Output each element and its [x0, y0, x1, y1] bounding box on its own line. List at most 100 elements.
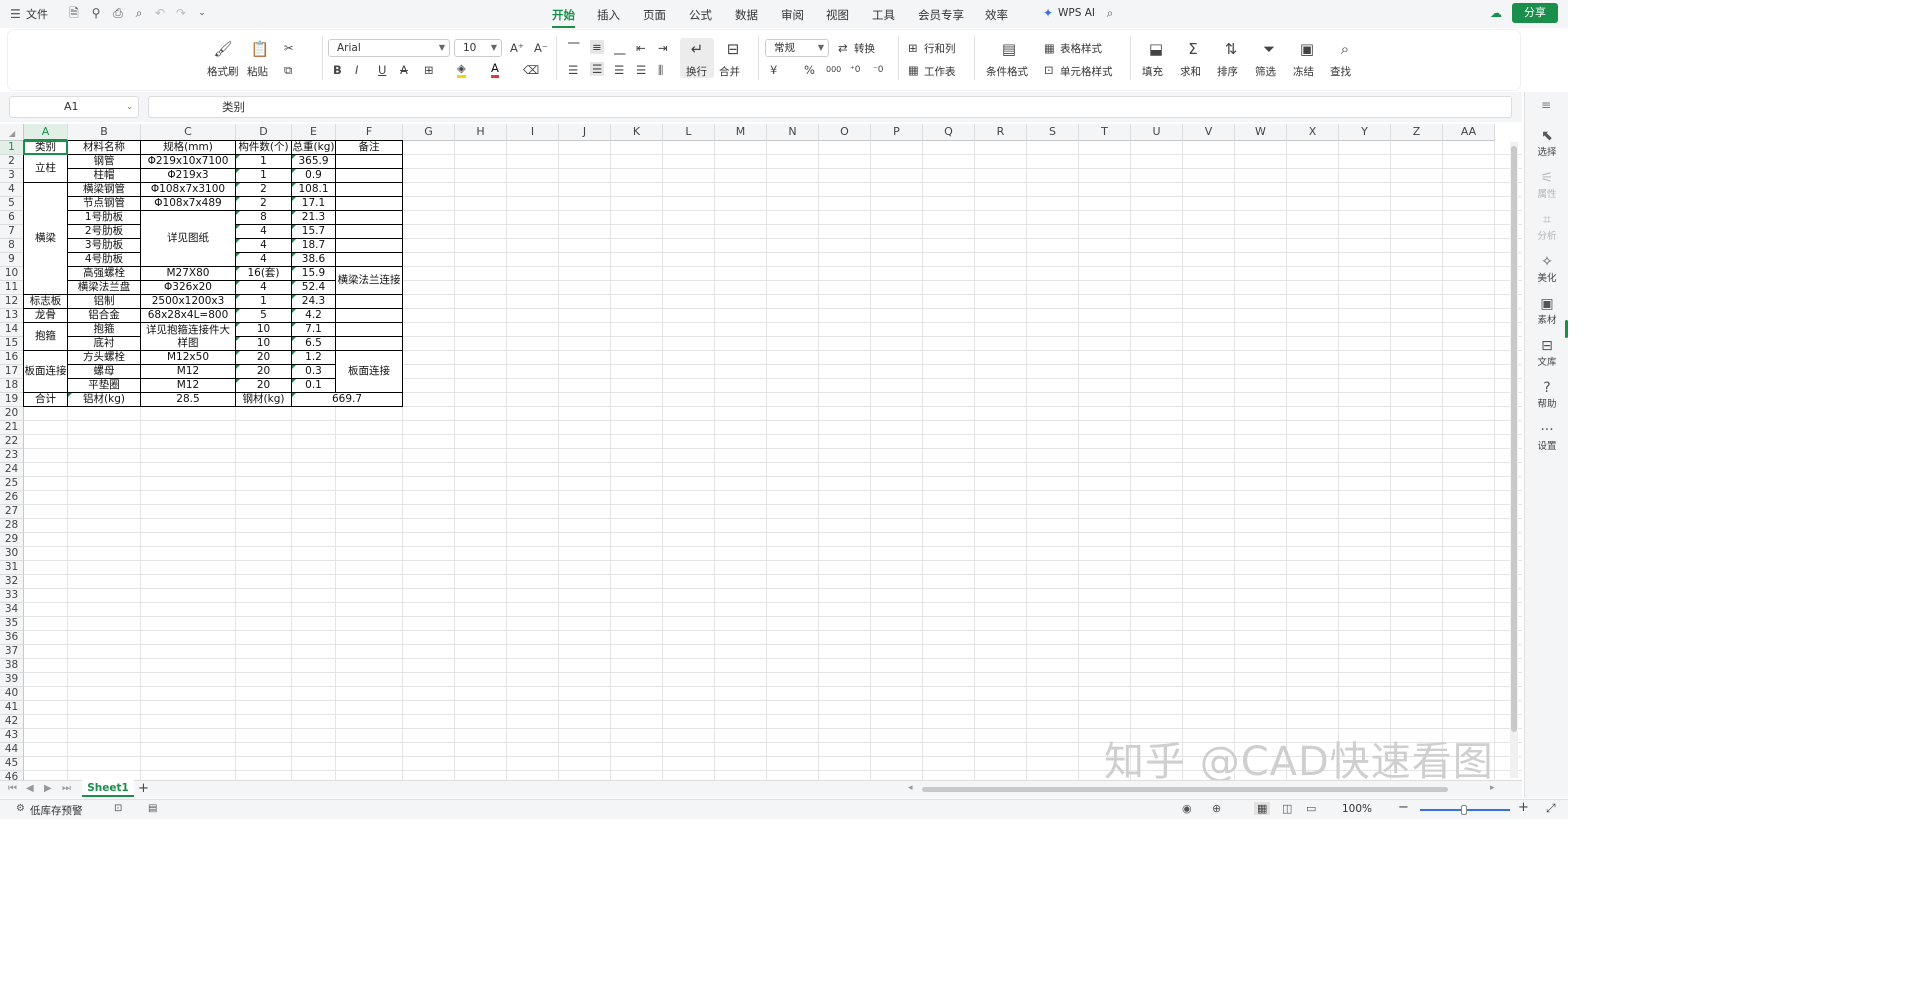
redo-icon[interactable]: ↷: [173, 5, 189, 21]
count-cell[interactable]: 10: [236, 337, 292, 351]
row-header[interactable]: 18: [0, 379, 24, 393]
tab-data[interactable]: 数据: [735, 7, 758, 23]
row-header[interactable]: 37: [0, 645, 24, 659]
note-cell[interactable]: 横梁法兰连接: [336, 267, 403, 295]
count-cell[interactable]: 5: [236, 309, 292, 323]
side-library[interactable]: ⊟ 文库: [1525, 338, 1569, 368]
row-header[interactable]: 6: [0, 211, 24, 225]
find-icon[interactable]: ⌕: [1334, 40, 1356, 58]
count-cell[interactable]: 10: [236, 323, 292, 337]
align-middle-icon[interactable]: ≡: [590, 40, 604, 54]
last-sheet-icon[interactable]: ⏭: [62, 783, 71, 794]
select-all-corner[interactable]: ◢: [0, 124, 24, 141]
print-icon[interactable]: ⎙: [110, 5, 126, 21]
weight-cell[interactable]: 52.4: [292, 281, 336, 295]
weight-cell[interactable]: 15.7: [292, 225, 336, 239]
header-cell-material[interactable]: 材料名称: [68, 141, 141, 155]
wrap-icon[interactable]: ↵: [686, 40, 708, 58]
material-cell[interactable]: 横梁钢管: [68, 183, 141, 197]
number-format-select[interactable]: 常规 ▼: [765, 39, 829, 57]
count-cell[interactable]: 4: [236, 253, 292, 267]
eye-icon[interactable]: ◉: [1182, 802, 1192, 815]
row-header[interactable]: 25: [0, 477, 24, 491]
spec-cell[interactable]: M12x50: [141, 351, 236, 365]
normal-view-icon[interactable]: ▦: [1254, 802, 1271, 815]
column-header-k[interactable]: K: [611, 124, 663, 141]
row-header[interactable]: 40: [0, 687, 24, 701]
row-header[interactable]: 24: [0, 463, 24, 477]
scroll-right-icon[interactable]: ▸: [1490, 783, 1495, 793]
zoom-in-icon[interactable]: +: [1518, 800, 1529, 815]
row-header[interactable]: 35: [0, 617, 24, 631]
paste-button[interactable]: 粘贴: [247, 64, 268, 79]
spec-cell[interactable]: Φ108x7x489: [141, 197, 236, 211]
row-header[interactable]: 21: [0, 421, 24, 435]
column-header-d[interactable]: D: [236, 124, 292, 141]
row-header[interactable]: 34: [0, 603, 24, 617]
row-header[interactable]: 22: [0, 435, 24, 449]
side-settings[interactable]: ··· 设置: [1525, 422, 1569, 452]
freeze-button[interactable]: 冻结: [1293, 64, 1314, 79]
side-properties[interactable]: ⚟ 属性: [1525, 170, 1569, 200]
page-break-icon[interactable]: ▭: [1306, 802, 1316, 815]
weight-cell[interactable]: 24.3: [292, 295, 336, 309]
column-header-v[interactable]: V: [1183, 124, 1235, 141]
prev-sheet-icon[interactable]: ◀: [26, 783, 34, 794]
border-icon[interactable]: ⊞: [424, 63, 434, 77]
row-header[interactable]: 4: [0, 183, 24, 197]
row-header[interactable]: 2: [0, 155, 24, 169]
column-header-t[interactable]: T: [1079, 124, 1131, 141]
count-cell[interactable]: 16(套): [236, 267, 292, 281]
weight-cell[interactable]: 0.1: [292, 379, 336, 393]
horizontal-scroll-thumb[interactable]: [922, 787, 1448, 792]
row-col-icon[interactable]: ⊞: [908, 41, 918, 55]
italic-icon[interactable]: I: [355, 63, 358, 77]
column-header-g[interactable]: G: [403, 124, 455, 141]
count-cell[interactable]: 20: [236, 365, 292, 379]
total-steel-value[interactable]: 669.7: [292, 393, 403, 407]
highlight-icon[interactable]: ◈: [457, 61, 466, 78]
header-cell-category[interactable]: 类别: [24, 141, 68, 155]
justify-icon[interactable]: ☰: [636, 63, 646, 77]
decrease-font-icon[interactable]: A⁻: [534, 41, 548, 55]
column-header-z[interactable]: Z: [1391, 124, 1443, 141]
column-header-h[interactable]: H: [455, 124, 507, 141]
scroll-left-icon[interactable]: ◂: [908, 783, 913, 793]
notes-icon[interactable]: ▤: [148, 803, 157, 814]
tab-home[interactable]: 开始: [552, 7, 575, 28]
cell-style-button[interactable]: 单元格样式: [1060, 64, 1113, 79]
format-painter-button[interactable]: 格式刷: [207, 64, 239, 79]
row-header[interactable]: 42: [0, 715, 24, 729]
weight-cell[interactable]: 365.9: [292, 155, 336, 169]
wps-ai-button[interactable]: WPS AI: [1058, 7, 1095, 19]
spec-cell[interactable]: M27X80: [141, 267, 236, 281]
row-header[interactable]: 29: [0, 533, 24, 547]
note-cell[interactable]: [336, 323, 403, 337]
material-cell[interactable]: 横梁法兰盘: [68, 281, 141, 295]
note-cell[interactable]: [336, 225, 403, 239]
category-cell[interactable]: 龙骨: [24, 309, 68, 323]
row-header[interactable]: 44: [0, 743, 24, 757]
column-header-o[interactable]: O: [819, 124, 871, 141]
material-cell[interactable]: 3号肋板: [68, 239, 141, 253]
column-header-c[interactable]: C: [141, 124, 236, 141]
tab-review[interactable]: 审阅: [781, 7, 804, 23]
cut-icon[interactable]: ✂: [284, 41, 294, 55]
first-sheet-icon[interactable]: ⏮: [8, 783, 17, 794]
sum-icon[interactable]: Σ: [1182, 40, 1204, 58]
file-menu[interactable]: 文件: [26, 6, 48, 22]
spec-cell[interactable]: Φ219x10x7100: [141, 155, 236, 169]
side-beautify[interactable]: ✧ 美化: [1525, 254, 1569, 284]
side-analysis[interactable]: ⌗ 分析: [1525, 212, 1569, 242]
column-header-p[interactable]: P: [871, 124, 923, 141]
weight-cell[interactable]: 18.7: [292, 239, 336, 253]
fill-icon[interactable]: ⬓: [1145, 40, 1167, 58]
count-cell[interactable]: 2: [236, 197, 292, 211]
total-al-value[interactable]: 28.5: [141, 393, 236, 407]
sort-button[interactable]: 排序: [1217, 64, 1238, 79]
print-preview-icon[interactable]: ⌕: [131, 5, 147, 21]
save-icon[interactable]: 🗎: [66, 5, 82, 21]
category-cell[interactable]: 横梁: [24, 183, 68, 295]
add-sheet-icon[interactable]: +: [138, 781, 149, 796]
page-layout-icon[interactable]: ◫: [1282, 802, 1292, 815]
